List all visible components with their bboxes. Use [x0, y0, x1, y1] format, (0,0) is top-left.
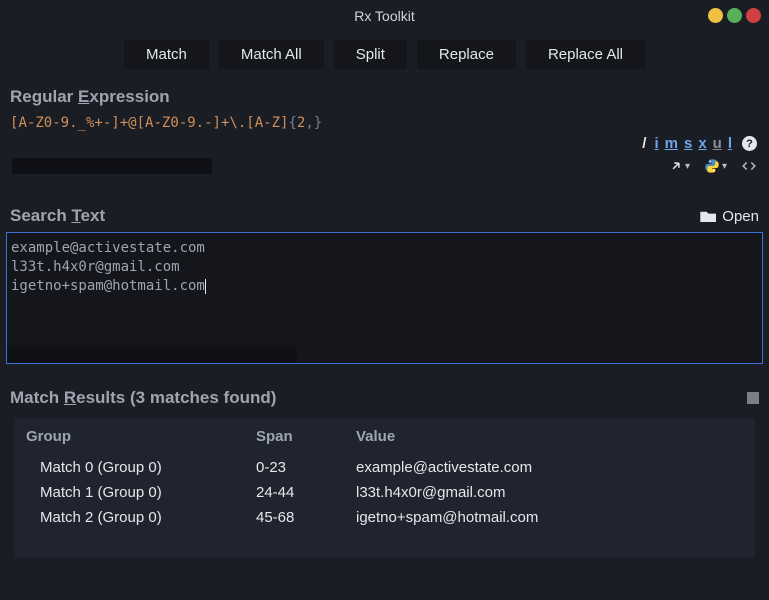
flag-i[interactable]: i — [652, 135, 660, 152]
regex-input[interactable]: [A-Z0-9._%+-]+@[A-Z0-9.-]+\.[A-Z]{2,} — [10, 115, 759, 131]
search-text-content: example@activestate.com l33t.h4x0r@gmail… — [7, 233, 762, 302]
table-header: Group Span Value — [14, 418, 755, 455]
search-text-input[interactable]: example@activestate.com l33t.h4x0r@gmail… — [6, 232, 763, 364]
regex-section-label: Regular Expression — [0, 83, 769, 113]
flag-s[interactable]: s — [682, 135, 694, 152]
flag-u[interactable]: u — [711, 135, 724, 152]
split-button[interactable]: Split — [334, 40, 407, 69]
open-button[interactable]: Open — [700, 208, 759, 225]
flags-slash: / — [642, 135, 646, 152]
stop-icon[interactable] — [747, 392, 759, 404]
cell-value: igetno+spam@hotmail.com — [356, 509, 743, 526]
flag-l[interactable]: l — [726, 135, 734, 152]
search-section-header: Search Text Open — [0, 202, 769, 230]
regex-label-pre: Regular — [10, 87, 78, 106]
cell-group: Match 0 (Group 0) — [26, 459, 256, 476]
results-label-pre: Match — [10, 388, 64, 407]
cell-value: l33t.h4x0r@gmail.com — [356, 484, 743, 501]
maximize-button[interactable] — [727, 8, 742, 23]
regex-tools-row: ▾ ▾ — [0, 154, 769, 180]
cell-span: 24-44 — [256, 484, 356, 501]
regex-flags-row: / i m s x u l ? — [0, 135, 769, 154]
window-title: Rx Toolkit — [354, 8, 414, 24]
cell-group: Match 1 (Group 0) — [26, 484, 256, 501]
results-label-accel: R — [64, 388, 76, 407]
open-label: Open — [722, 208, 759, 225]
flag-m[interactable]: m — [663, 135, 680, 152]
code-icon[interactable] — [741, 159, 757, 173]
regex-status-bar — [12, 158, 212, 174]
results-section-header: Match Results (3 matches found) — [0, 364, 769, 418]
search-status-bar — [7, 347, 297, 363]
external-link-icon[interactable]: ▾ — [669, 159, 690, 173]
help-icon[interactable]: ? — [742, 136, 757, 151]
header-group[interactable]: Group — [26, 428, 256, 445]
header-value[interactable]: Value — [356, 428, 743, 445]
cell-group: Match 2 (Group 0) — [26, 509, 256, 526]
minimize-button[interactable] — [708, 8, 723, 23]
window-controls — [708, 8, 761, 23]
header-span[interactable]: Span — [256, 428, 356, 445]
python-icon[interactable]: ▾ — [704, 158, 727, 174]
action-toolbar: Match Match All Split Replace Replace Al… — [0, 32, 769, 83]
search-label-accel: T — [71, 206, 80, 225]
regex-input-row: [A-Z0-9._%+-]+@[A-Z0-9.-]+\.[A-Z]{2,} — [0, 113, 769, 135]
cell-value: example@activestate.com — [356, 459, 743, 476]
cell-span: 45-68 — [256, 509, 356, 526]
replace-all-button[interactable]: Replace All — [526, 40, 645, 69]
results-count: (3 matches found) — [130, 388, 276, 407]
search-label-pre: Search — [10, 206, 71, 225]
titlebar: Rx Toolkit — [0, 0, 769, 32]
folder-icon — [700, 210, 716, 222]
cell-span: 0-23 — [256, 459, 356, 476]
replace-button[interactable]: Replace — [417, 40, 516, 69]
table-row[interactable]: Match 1 (Group 0)24-44l33t.h4x0r@gmail.c… — [14, 480, 755, 505]
close-button[interactable] — [746, 8, 761, 23]
match-button[interactable]: Match — [124, 40, 209, 69]
table-row[interactable]: Match 2 (Group 0)45-68igetno+spam@hotmai… — [14, 505, 755, 530]
table-row[interactable]: Match 0 (Group 0)0-23example@activestate… — [14, 455, 755, 480]
regex-label-post: xpression — [89, 87, 169, 106]
flag-x[interactable]: x — [696, 135, 708, 152]
results-label-post: esults — [76, 388, 125, 407]
search-label-post: ext — [81, 206, 106, 225]
match-all-button[interactable]: Match All — [219, 40, 324, 69]
regex-label-accel: E — [78, 87, 89, 106]
results-table: Group Span Value Match 0 (Group 0)0-23ex… — [14, 418, 755, 558]
